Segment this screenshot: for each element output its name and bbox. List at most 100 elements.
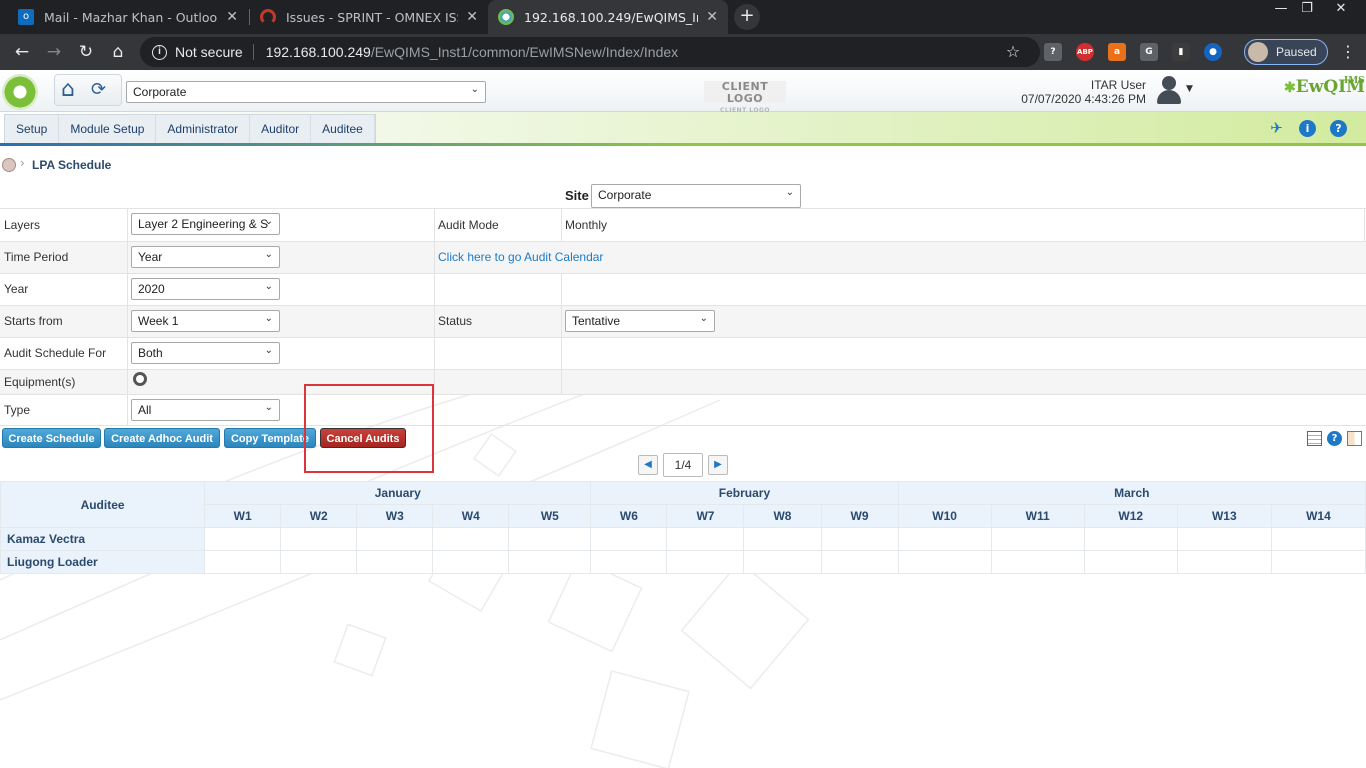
- previous-page-button[interactable]: ◀: [638, 455, 658, 475]
- week-cell[interactable]: [1083, 527, 1178, 551]
- info-icon[interactable]: i: [1299, 120, 1316, 137]
- week-cell[interactable]: [897, 550, 992, 574]
- table-row: Liugong Loader: [0, 550, 1366, 574]
- close-icon[interactable]: ✕: [226, 9, 238, 25]
- type-select[interactable]: All ⌄: [131, 399, 280, 421]
- adblock-icon[interactable]: ABP: [1076, 43, 1094, 61]
- home-icon[interactable]: ⌂: [106, 40, 130, 64]
- week-cell[interactable]: [280, 550, 358, 574]
- menu-setup[interactable]: Setup: [5, 115, 60, 143]
- week-cell[interactable]: [1176, 550, 1272, 574]
- g-extension-icon[interactable]: G: [1140, 43, 1158, 61]
- help-icon[interactable]: ?: [1330, 120, 1347, 137]
- schedule-for-select[interactable]: Both ⌄: [131, 342, 280, 364]
- menu-auditor[interactable]: Auditor: [250, 115, 312, 143]
- starts-from-select[interactable]: Week 1 ⌄: [131, 310, 280, 332]
- tab-ewqims[interactable]: 192.168.100.249/EwQIMS_Inst1/c ✕: [488, 0, 728, 34]
- columns-icon[interactable]: [1347, 431, 1362, 446]
- close-icon[interactable]: ✕: [466, 9, 478, 25]
- week-cell[interactable]: [432, 527, 510, 551]
- extension-icon[interactable]: ?: [1044, 43, 1062, 61]
- restore-icon[interactable]: ❐: [1290, 0, 1324, 20]
- auditee-name[interactable]: Liugong Loader: [0, 550, 206, 574]
- reload-icon[interactable]: ↻: [74, 40, 98, 64]
- url-field[interactable]: i Not secure 192.168.100.249 /EwQIMS_Ins…: [140, 37, 1040, 67]
- time-period-select[interactable]: Year ⌄: [131, 246, 280, 268]
- close-icon[interactable]: ✕: [706, 9, 718, 25]
- menu-auditee[interactable]: Auditee: [311, 115, 375, 143]
- copy-template-button[interactable]: Copy Template: [224, 428, 316, 448]
- gear-icon[interactable]: [133, 372, 147, 386]
- menu-administrator[interactable]: Administrator: [156, 115, 251, 143]
- form-row-time-period: Time Period Year ⌄ Click here to go Audi…: [0, 241, 1366, 273]
- week-cell[interactable]: [990, 550, 1085, 574]
- user-name: ITAR User: [1090, 78, 1146, 92]
- week-cell[interactable]: [1176, 527, 1272, 551]
- year-select[interactable]: 2020 ⌄: [131, 278, 280, 300]
- week-cell[interactable]: [820, 550, 899, 574]
- week-cell[interactable]: [1270, 527, 1366, 551]
- calendar-grid-icon[interactable]: [1307, 431, 1322, 446]
- audit-calendar-link[interactable]: Click here to go Audit Calendar: [438, 250, 603, 264]
- current-datetime: 07/07/2020 4:43:26 PM: [1021, 92, 1146, 106]
- menu-module-setup[interactable]: Module Setup: [59, 115, 157, 143]
- week-cell[interactable]: [590, 527, 668, 551]
- week-cell[interactable]: [590, 550, 668, 574]
- week-cell[interactable]: [666, 550, 745, 574]
- layers-select[interactable]: Layer 2 Engineering & S ⌄: [131, 213, 280, 235]
- layers-select-value: Layer 2 Engineering & S: [138, 217, 269, 231]
- site-select[interactable]: Corporate ⌄: [591, 184, 801, 208]
- week-cell[interactable]: [508, 550, 592, 574]
- cell-divider: [434, 338, 435, 369]
- form-row-year: Year 2020 ⌄: [0, 273, 1366, 305]
- tab-issues[interactable]: Issues - SPRINT - OMNEX ISSUE ✕: [250, 0, 488, 34]
- forward-icon[interactable]: →: [42, 40, 66, 64]
- new-tab-button[interactable]: +: [734, 4, 760, 30]
- cell-divider: [561, 209, 562, 241]
- week-cell[interactable]: [204, 550, 282, 574]
- pin-icon[interactable]: ✈: [1268, 120, 1285, 137]
- firefox-like-icon[interactable]: ●: [1204, 43, 1222, 61]
- create-schedule-button[interactable]: Create Schedule: [2, 428, 101, 448]
- week-cell[interactable]: [356, 550, 434, 574]
- week-cell[interactable]: [508, 527, 592, 551]
- profile-button[interactable]: Paused: [1244, 39, 1328, 65]
- tab-outlook[interactable]: o Mail - Mazhar Khan - Outlook ✕: [8, 0, 248, 34]
- chevron-down-icon[interactable]: ▼: [1186, 84, 1193, 94]
- week-cell[interactable]: [897, 527, 992, 551]
- org-select[interactable]: Corporate ⌄: [126, 81, 486, 103]
- app-logo-icon[interactable]: [2, 74, 38, 110]
- week-cell[interactable]: [356, 527, 434, 551]
- week-cell[interactable]: [204, 527, 282, 551]
- bookmark-star-icon[interactable]: ☆: [1001, 40, 1025, 64]
- week-cell[interactable]: [990, 527, 1085, 551]
- chevron-down-icon: ⌄: [264, 281, 273, 292]
- status-select[interactable]: Tentative ⌄: [565, 310, 715, 332]
- pdf-extension-icon[interactable]: ▮: [1172, 43, 1190, 61]
- form-row-starts-from: Starts from Week 1 ⌄ Status Tentative ⌄: [0, 305, 1366, 337]
- week-cell[interactable]: [432, 550, 510, 574]
- create-adhoc-audit-button[interactable]: Create Adhoc Audit: [104, 428, 220, 448]
- week-header: W5: [508, 504, 592, 528]
- home-icon[interactable]: ⌂: [61, 79, 83, 101]
- user-avatar-icon[interactable]: [1156, 76, 1182, 106]
- refresh-icon[interactable]: ⟳: [91, 80, 111, 100]
- week-header: W13: [1176, 504, 1272, 528]
- back-icon[interactable]: ←: [10, 40, 34, 64]
- amazon-icon[interactable]: a: [1108, 43, 1126, 61]
- week-cell[interactable]: [666, 527, 745, 551]
- cell-divider: [127, 274, 128, 305]
- help-icon[interactable]: ?: [1327, 431, 1342, 446]
- info-icon[interactable]: i: [152, 44, 167, 60]
- window-close-icon[interactable]: ✕: [1324, 0, 1358, 20]
- week-cell[interactable]: [743, 527, 822, 551]
- week-cell[interactable]: [1270, 550, 1366, 574]
- week-cell[interactable]: [1083, 550, 1178, 574]
- week-cell[interactable]: [280, 527, 358, 551]
- menu-kebab-icon[interactable]: ⋮: [1340, 42, 1356, 61]
- next-page-button[interactable]: ▶: [708, 455, 728, 475]
- auditee-name[interactable]: Kamaz Vectra: [0, 527, 206, 551]
- week-cell[interactable]: [820, 527, 899, 551]
- week-cell[interactable]: [743, 550, 822, 574]
- client-logo: CLIENT LOGO CLIENT LOGO: [704, 81, 786, 114]
